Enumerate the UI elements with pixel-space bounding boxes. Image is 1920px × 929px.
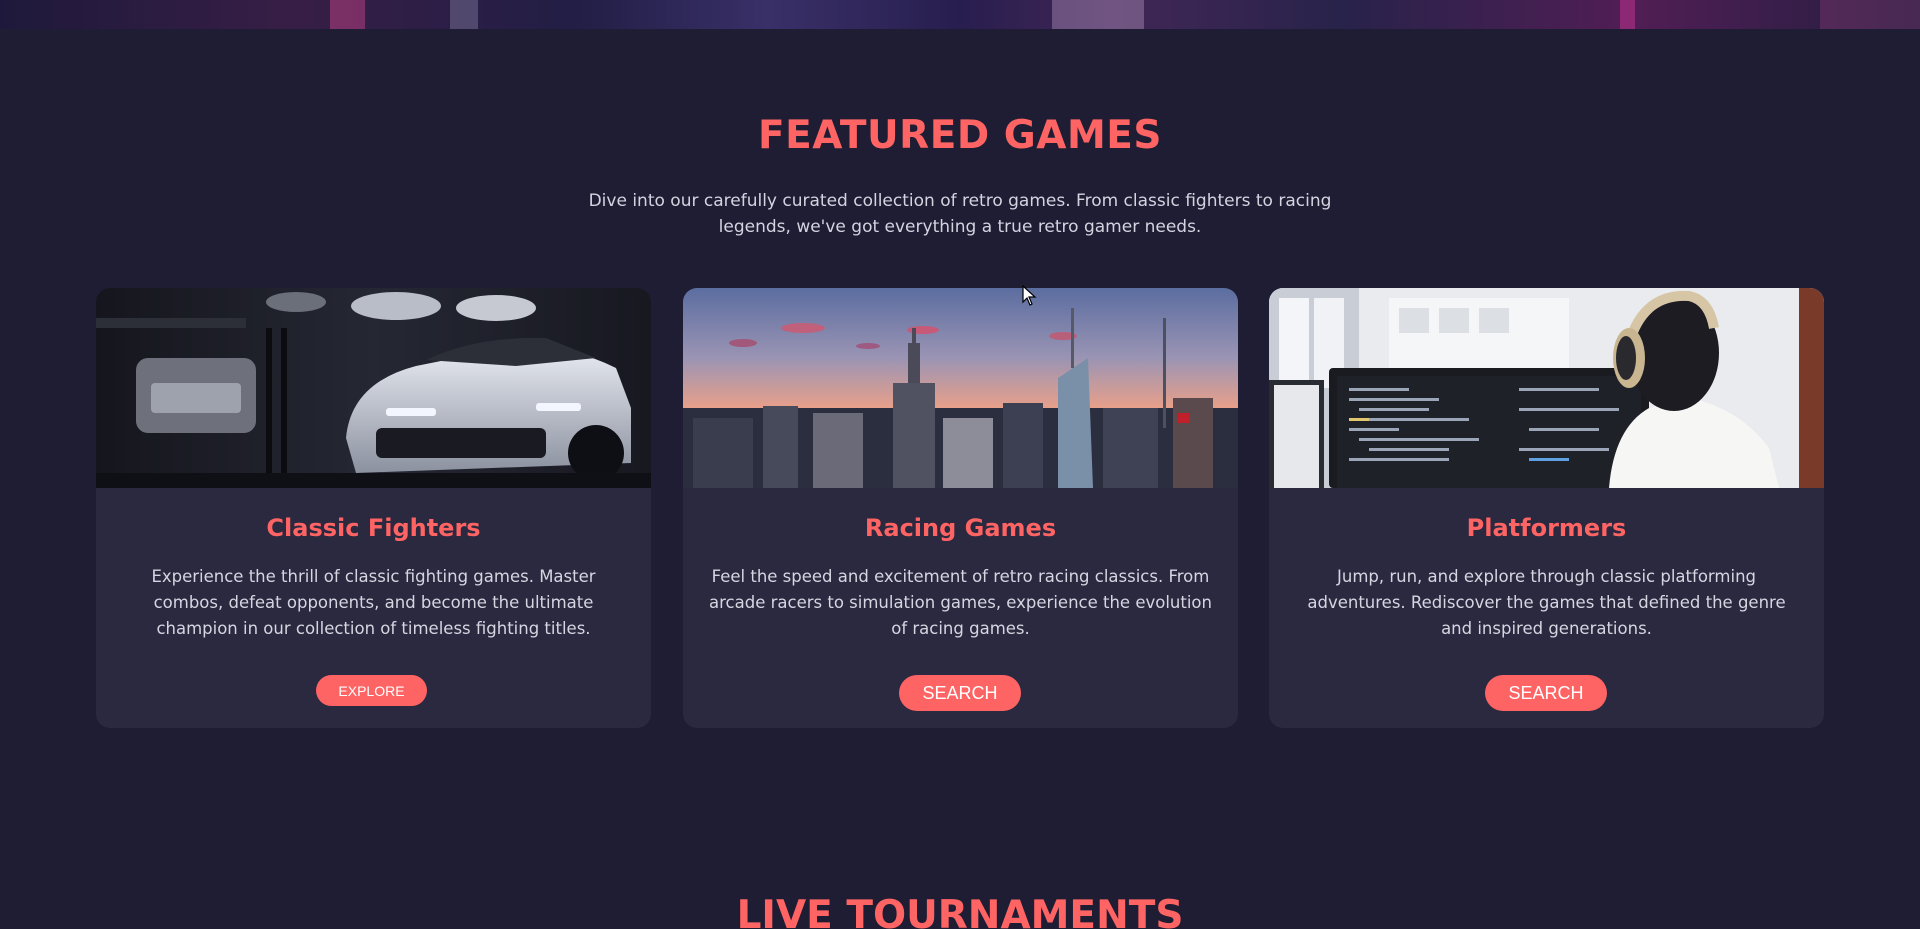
search-button[interactable]: SEARCH <box>899 675 1021 711</box>
card-description: Experience the thrill of classic fightin… <box>151 567 596 638</box>
card-image-city-skyline <box>683 288 1238 488</box>
mouse-cursor-icon <box>1022 285 1037 306</box>
live-tournaments-title: LIVE TOURNAMENTS <box>736 893 1184 929</box>
game-card-racing-games[interactable]: Racing Games Feel the speed and exciteme… <box>683 288 1238 728</box>
card-description: Jump, run, and explore through classic p… <box>1307 567 1786 638</box>
card-title: Platformers <box>1466 514 1627 542</box>
card-title: Racing Games <box>864 514 1057 542</box>
explore-button[interactable]: EXPLORE <box>316 675 427 706</box>
card-image-developer-coding <box>1269 288 1824 488</box>
featured-games-description: Dive into our carefully curated collecti… <box>588 191 1332 237</box>
card-image-sports-car <box>96 288 651 488</box>
hero-image-strip <box>0 0 1920 29</box>
search-button[interactable]: SEARCH <box>1485 675 1607 711</box>
card-title: Classic Fighters <box>266 514 481 542</box>
featured-games-title: FEATURED GAMES <box>757 113 1163 158</box>
game-card-platformers[interactable]: Platformers Jump, run, and explore throu… <box>1269 288 1824 728</box>
page: FEATURED GAMES Dive into our carefully c… <box>0 0 1920 929</box>
card-description: Feel the speed and excitement of retro r… <box>709 567 1212 638</box>
game-card-classic-fighters[interactable]: Classic Fighters Experience the thrill o… <box>96 288 651 728</box>
